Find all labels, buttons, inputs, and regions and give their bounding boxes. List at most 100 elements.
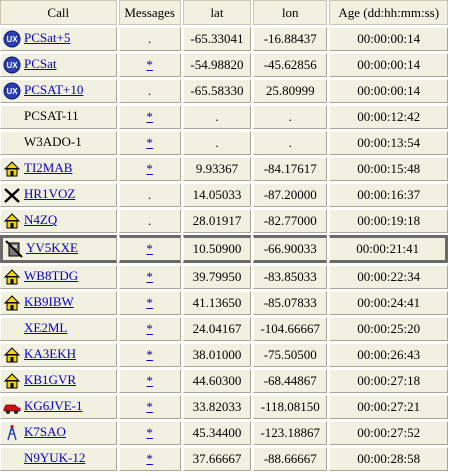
table-row: KG6JVE-1 * 33.82033 -118.08150 00:00:27:21 [0, 395, 448, 419]
messages-cell: * [118, 395, 181, 419]
svg-text:UX: UX [6, 35, 18, 44]
messages-cell: * [118, 105, 181, 129]
col-header-lat: lat [182, 0, 252, 25]
lon-cell: 25.80999 [253, 79, 328, 103]
messages-link[interactable]: * [146, 161, 153, 176]
lat-cell: 33.82033 [182, 395, 252, 419]
lat-cell: -65.58330 [182, 79, 252, 103]
age-cell: 00:00:12:42 [329, 105, 448, 129]
call-cell: HR1VOZ [0, 183, 117, 207]
age-cell: 00:00:27:52 [329, 421, 448, 445]
table-row: KB9IBW * 41.13650 -85.07833 00:00:24:41 [0, 291, 448, 315]
messages-link[interactable]: * [146, 295, 153, 310]
age-cell: 00:00:00:14 [329, 79, 448, 103]
age-cell: 00:00:28:58 [329, 447, 448, 471]
messages-link[interactable]: * [146, 321, 153, 336]
call-cell: YV5KXE [0, 235, 117, 263]
callsign-link[interactable]: YV5KXE [26, 240, 78, 255]
lon-cell: -45.62856 [253, 53, 328, 77]
table-row: XE2ML * 24.04167 -104.66667 00:00:25:20 [0, 317, 448, 341]
house-icon [3, 372, 21, 390]
callsign-link[interactable]: TI2MAB [24, 160, 72, 175]
callsign-link[interactable]: HR1VOZ [24, 186, 75, 201]
messages-link[interactable]: * [146, 451, 153, 466]
messages-cell: * [118, 343, 181, 367]
lat-cell: -54.98820 [182, 53, 252, 77]
callsign-link[interactable]: PCSat [24, 56, 57, 71]
callsign-link[interactable]: KB9IBW [24, 294, 74, 309]
house-icon [3, 160, 21, 178]
call-cell: XE2ML [0, 317, 117, 341]
lat-cell: 9.93367 [182, 157, 252, 181]
age-cell: 00:00:22:34 [329, 265, 448, 289]
no-phone-icon [5, 240, 23, 258]
messages-link[interactable]: * [146, 399, 153, 414]
svg-text:UX: UX [6, 61, 18, 70]
house-icon [3, 294, 21, 312]
lon-cell: -82.77000 [253, 209, 328, 233]
callsign-link[interactable]: PCSAT+10 [24, 82, 83, 97]
lat-cell: 41.13650 [182, 291, 252, 315]
messages-link[interactable]: * [146, 135, 153, 150]
messages-link[interactable]: * [146, 241, 153, 256]
messages-cell: * [118, 235, 181, 263]
callsign-link[interactable]: XE2ML [24, 320, 67, 335]
house-icon [3, 212, 21, 230]
lat-cell: 44.60300 [182, 369, 252, 393]
call-cell: K7SAO [0, 421, 117, 445]
col-header-messages: Messages [118, 0, 181, 25]
callsign-link[interactable]: K7SAO [24, 424, 66, 439]
table-row: N4ZQ. 28.01917 -82.77000 00:00:19:18 [0, 209, 448, 233]
messages-link[interactable]: * [146, 425, 153, 440]
callsign-link: W3ADO-1 [24, 133, 82, 149]
callsign-link[interactable]: N9YUK-12 [24, 450, 85, 465]
table-row: W3ADO-1 *.. 00:00:13:54 [0, 131, 448, 155]
table-body: UX PCSat+5. -65.33041 -16.88437 00:00:00:14 U… [0, 27, 448, 471]
lon-cell: -104.66667 [253, 317, 328, 341]
callsign-link[interactable]: KB1GVR [24, 372, 76, 387]
station-table: Call Messages lat lon Age (dd:hh:mm:ss) … [0, 0, 450, 473]
call-cell: KB9IBW [0, 291, 117, 315]
age-cell: 00:00:27:21 [329, 395, 448, 419]
lon-cell: -123.18867 [253, 421, 328, 445]
callsign-link[interactable]: KG6JVE-1 [24, 398, 83, 413]
table-row: PCSAT-11 *.. 00:00:12:42 [0, 105, 448, 129]
house-icon [3, 268, 21, 286]
callsign-link[interactable]: WB8TDG [24, 268, 78, 283]
header-row: Call Messages lat lon Age (dd:hh:mm:ss) [0, 0, 448, 25]
lon-cell: -75.50500 [253, 343, 328, 367]
lat-cell: 14.05033 [182, 183, 252, 207]
messages-link[interactable]: * [146, 57, 153, 72]
messages-link[interactable]: * [146, 269, 153, 284]
lon-cell: -118.08150 [253, 395, 328, 419]
table-row: N9YUK-12 * 37.66667 -88.66667 00:00:28:58 [0, 447, 448, 471]
callsign-link[interactable]: PCSat+5 [24, 30, 70, 45]
age-cell: 00:00:26:43 [329, 343, 448, 367]
messages-link[interactable]: * [146, 109, 153, 124]
messages-cell: * [118, 53, 181, 77]
age-cell: 00:00:27:18 [329, 369, 448, 393]
call-cell: KB1GVR [0, 369, 117, 393]
table-row: KA3EKH * 38.01000 -75.50500 00:00:26:43 [0, 343, 448, 367]
lat-cell: 39.79950 [182, 265, 252, 289]
messages-cell: * [118, 265, 181, 289]
ux-badge-icon: UX [3, 56, 21, 74]
icon-placeholder [3, 134, 21, 152]
messages-cell: * [118, 291, 181, 315]
lon-cell: -83.85033 [253, 265, 328, 289]
callsign-link: PCSAT-11 [24, 107, 79, 123]
call-cell: N9YUK-12 [0, 447, 117, 471]
table-row: UX PCSat+5. -65.33041 -16.88437 00:00:00:14 [0, 27, 448, 51]
callsign-link[interactable]: KA3EKH [24, 346, 76, 361]
age-cell: 00:00:24:41 [329, 291, 448, 315]
call-cell: UX PCSAT+10 [0, 79, 117, 103]
messages-empty: . [148, 213, 152, 228]
lat-cell: -65.33041 [182, 27, 252, 51]
icon-placeholder [3, 108, 21, 126]
messages-link[interactable]: * [146, 373, 153, 388]
age-cell: 00:00:00:14 [329, 53, 448, 77]
lat-cell: 10.50900 [182, 235, 252, 263]
callsign-link[interactable]: N4ZQ [24, 212, 57, 227]
messages-link[interactable]: * [146, 347, 153, 362]
lon-cell: . [253, 131, 328, 155]
